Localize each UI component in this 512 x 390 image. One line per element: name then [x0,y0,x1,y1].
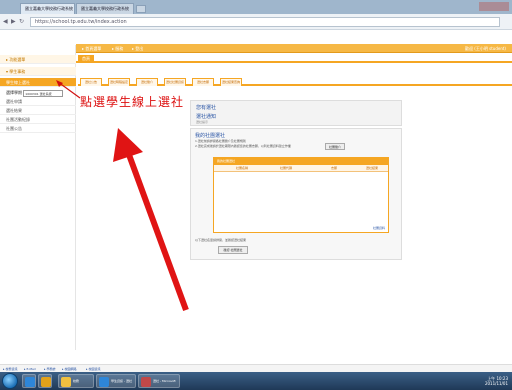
club-intro-button[interactable]: 社團簡介 [325,143,345,150]
taskbar-button-label: 校務 [73,379,80,383]
content-tab-row: 選社公告 選社時程設定 選社簡介 選社社團資訊 選社志願 選社結果查詢 [78,78,512,86]
sidebar-item-result[interactable]: 選社結果 [0,106,76,115]
browser-title-bar: 國立嘉義大學校務行政系統 國立嘉義大學校務行政系統 [0,0,512,14]
notice-subtitle[interactable]: 選社通知 [196,113,216,120]
clock-date: 2011/11/01 [484,381,508,386]
notice-panel: 您有選社 選社通知 選社提示 [190,100,402,126]
taskbar-media-icon[interactable] [38,374,52,388]
sidebar-item-apply[interactable]: 選社申請 [0,97,76,106]
browser-tab-1[interactable]: 國立嘉義大學校務行政系統 [20,3,75,14]
instruction-line-2: 2.選社完成後請於選社期限內確認您的社團志願，以利社團資料建立作業 [195,144,291,148]
instruction-line-3: 以下選社名單請詳閱，並確認選社結果 [195,238,247,242]
taskbar: 校務 學生資訊 - 選社 選社 - Microsoft 上午 10:23 201… [0,372,512,390]
column-header: 社團名稱 [235,166,248,170]
taskbar-button[interactable]: 學生資訊 - 選社 [96,374,136,388]
grid-footer-link[interactable]: 社團資料 [373,226,385,230]
reload-icon[interactable]: ↻ [19,18,24,25]
tab-club-info[interactable]: 選社社團資訊 [164,78,186,86]
taskbar-ie-icon[interactable] [22,374,36,388]
start-button-icon[interactable] [2,373,18,389]
nav-menu-logout[interactable]: ▸ 登出 [132,44,143,53]
sidebar-item-menu[interactable]: ▸ 功能選單 [0,55,76,64]
tab-preference[interactable]: 選社志願 [192,78,214,86]
address-bar-row: ◀ ▶ ↻ https://school.tp.edu.tw/index.act… [0,14,512,30]
footer-links: ▸ 校務資訊 ▸ E-Mail ▸ 學務處 ▸ 校園網路 ▸ 校園資訊 [0,364,512,372]
forward-icon[interactable]: ▶ [11,18,16,25]
panel-title: 我的社團選社 [195,133,226,139]
column-header: 選社結果 [365,166,378,170]
big-red-arrow [113,128,189,312]
tab-result-query[interactable]: 選社結果查詢 [220,78,242,86]
tab-label: 國立嘉義大學校務行政系統 [25,6,73,11]
sidebar: ▸ 功能選單 ▾ 學生事務 學生線上選社 選擇學期 1000301 選社系統 選… [0,45,76,350]
semester-select[interactable]: 1000301 選社系統 [23,89,64,97]
system-tray-clock[interactable]: 上午 10:23 2011/11/01 [485,376,508,386]
notice-note: 選社提示 [196,120,209,124]
taskbar-button[interactable]: 校務 [58,374,94,388]
annotation-text: 點選學生線上選社 [80,95,185,109]
tab-home[interactable]: 首頁 [78,55,94,63]
grid-header: 我的社團選社 [214,158,388,165]
tab-label: 國立嘉義大學校務行政系統 [81,6,129,11]
tab-announcement[interactable]: 選社公告 [80,78,102,86]
sidebar-item-announcements[interactable]: 社團公告 [0,124,76,133]
confirm-selection-button[interactable]: 確認 社團選社 [218,246,248,254]
semester-select-row: 選擇學期 1000301 選社系統 [0,88,76,97]
window-controls[interactable] [479,2,509,11]
nav-menu-home[interactable]: ▸ 首頁選單 [82,44,101,53]
column-header: 志願 [330,166,337,170]
instruction-line-1: 1.選社前請詳閱各社團簡介及社團規則 [195,139,246,143]
sub-tab-bar: 首頁 [76,53,512,63]
club-selection-grid: 我的社團選社 社團名稱 社團代碼 志願 選社結果 社團資料 [213,157,389,233]
address-input[interactable]: https://school.tp.edu.tw/index.action [30,17,500,27]
new-tab-button[interactable] [136,5,146,13]
sidebar-item-student-affairs[interactable]: ▾ 學生事務 [0,67,76,76]
grid-column-headers: 社團名稱 社團代碼 志願 選社結果 [214,165,388,172]
taskbar-button-label: 學生資訊 - 選社 [111,379,132,383]
sidebar-item-records[interactable]: 社團活動紀錄 [0,115,76,124]
column-header: 社團代碼 [279,166,292,170]
user-greeting: 歡迎 (王小明 student) [465,46,506,51]
club-selection-panel: 我的社團選社 1.選社前請詳閱各社團簡介及社團規則 2.選社完成後請於選社期限內… [190,128,402,260]
notice-title[interactable]: 您有選社 [196,104,216,111]
sidebar-item-online-club-selection[interactable]: 學生線上選社 [0,78,76,87]
nav-menu-service[interactable]: ▸ 服務 [112,44,123,53]
tab-intro[interactable]: 選社簡介 [136,78,158,86]
top-nav-bar: ▸ 首頁選單 ▸ 服務 ▸ 登出 歡迎 (王小明 student) [76,44,512,53]
taskbar-button[interactable]: 選社 - Microsoft [138,374,180,388]
tab-schedule[interactable]: 選社時程設定 [108,78,130,86]
semester-select-label: 選擇學期 [6,90,22,95]
browser-tab-2[interactable]: 國立嘉義大學校務行政系統 [76,3,134,14]
taskbar-button-label: 選社 - Microsoft [153,379,176,383]
back-icon[interactable]: ◀ [3,18,8,25]
